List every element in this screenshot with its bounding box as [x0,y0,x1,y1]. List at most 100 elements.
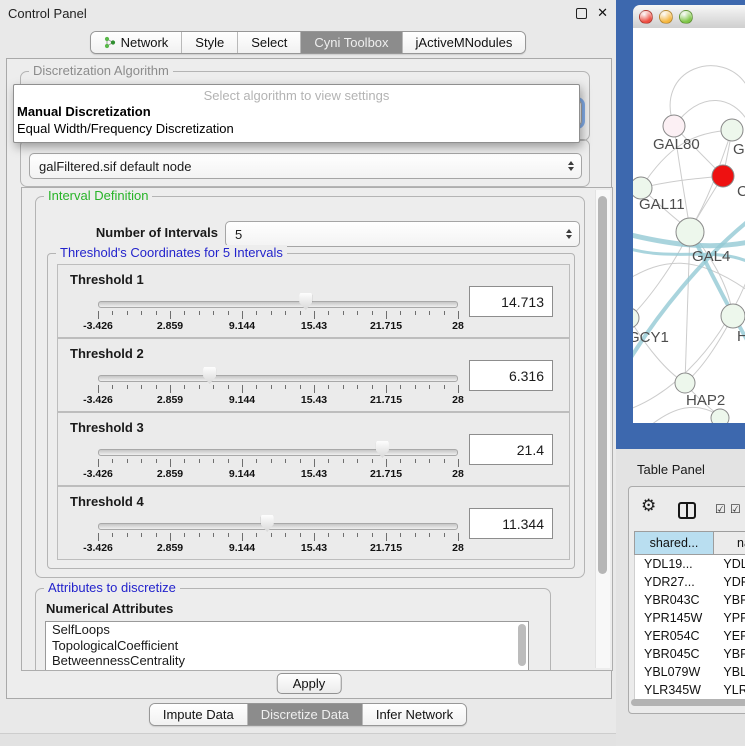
node-label: GAL80 [653,136,700,153]
number-of-intervals-value: 5 [235,227,242,242]
tick-mark [170,385,171,393]
threshold-slider[interactable]: -3.4262.8599.14415.4321.71528 [98,441,458,481]
column-header-na[interactable]: na [714,531,745,555]
table-row[interactable]: YLR345WYLR3 [635,681,745,699]
float-window-icon[interactable] [576,8,587,19]
tick-mark [141,459,142,463]
tab-style[interactable]: Style [181,32,237,53]
minimize-traffic-light[interactable] [659,10,673,24]
table-data-select[interactable]: galFiltered.sif default node [29,153,582,179]
list-item-selfloops[interactable]: SelfLoops [46,622,528,638]
table-row[interactable]: YBR043CYBR0 [635,591,745,609]
screen: { "window": { "title": "Control Panel", … [0,0,745,745]
tab-infer-network[interactable]: Infer Network [362,704,466,725]
number-of-intervals-select[interactable]: 5 [225,221,580,247]
tick-mark [415,385,416,389]
numerical-attributes-list[interactable]: SelfLoopsTopologicalCoefficientBetweenne… [45,621,529,671]
network-node-c[interactable] [712,165,734,187]
tick-mark [98,533,99,541]
network-node-g-[interactable] [721,119,743,141]
threshold-label: Threshold 1 [70,272,144,287]
column-layout-icon[interactable] [678,502,696,519]
algorithm-option-manual-discretization[interactable]: Manual Discretization [17,104,151,119]
tab-cyni-toolbox[interactable]: Cyni Toolbox [300,32,401,53]
tick-mark [444,311,445,315]
settings-scrollbar-thumb[interactable] [598,196,607,574]
algorithm-option-equal-width-frequency-discretization[interactable]: Equal Width/Frequency Discretization [17,121,234,136]
tab-label: Impute Data [163,707,234,722]
list-item-betweennesscentrality[interactable]: BetweennessCentrality [46,653,528,669]
tick-mark [213,311,214,315]
network-node-hap2[interactable] [675,373,695,393]
tick-label: 2.859 [157,320,183,332]
tick-label: 15.43 [301,394,327,406]
tick-mark [141,533,142,537]
table-row[interactable]: YDR27...YDR2 [635,573,745,591]
network-node-h[interactable] [721,304,745,328]
tab-impute-data[interactable]: Impute Data [150,704,247,725]
threshold-value[interactable]: 6.316 [469,360,553,391]
threshold-value[interactable]: 14.713 [469,286,553,317]
column-header-shared-[interactable]: shared... [634,531,714,555]
network-window-titlebar[interactable] [633,5,745,29]
tick-label: -3.426 [83,468,113,480]
table-panel-title: Table Panel [637,462,705,477]
tab-discretize-data[interactable]: Discretize Data [247,704,362,725]
table-row[interactable]: YPR145WYPR1 [635,609,745,627]
slider-tick-labels: -3.4262.8599.14415.4321.71528 [98,394,458,406]
network-node-gal80[interactable] [663,115,685,137]
table-row[interactable]: YER054CYER0 [635,627,745,645]
list-scrollbar-thumb[interactable] [518,624,526,666]
tick-mark [256,385,257,389]
tab-network[interactable]: Network [91,32,182,53]
settings-scrollbar-track[interactable] [595,190,610,668]
tick-mark [285,459,286,463]
tick-mark [343,311,344,315]
network-node[interactable] [711,409,729,423]
table-cell: YBL079W [635,663,714,681]
slider-tick-scale [98,533,458,542]
tick-mark [112,385,113,389]
tick-label: 28 [452,394,464,406]
threshold-slider[interactable]: -3.4262.8599.14415.4321.71528 [98,367,458,407]
tick-mark [429,385,430,389]
tab-select[interactable]: Select [237,32,300,53]
gear-icon[interactable]: ⚙ [641,496,656,516]
tick-label: 15.43 [301,320,327,332]
tick-mark [127,311,128,315]
close-icon[interactable]: ✕ [597,5,608,21]
checkbox-icon[interactable]: ☑ [730,502,741,516]
table-cell: YER0 [714,627,745,645]
network-node-gal4[interactable] [676,218,704,246]
threshold-slider[interactable]: -3.4262.8599.14415.4321.71528 [98,293,458,333]
window-title: Control Panel [8,6,87,21]
thresholds-group-legend: Threshold's Coordinates for 5 Intervals [56,245,287,260]
close-traffic-light[interactable] [639,10,653,24]
tick-mark [242,311,243,319]
tick-mark [444,533,445,537]
table-row[interactable]: YBL079WYBL0 [635,663,745,681]
checkbox-icon[interactable]: ☑ [715,502,726,516]
tick-mark [400,385,401,389]
node-label: HAP2 [686,392,725,409]
bottom-tab-strip: Impute Data Discretize DataInfer Network [149,703,467,726]
tick-mark [271,459,272,463]
network-node-gcy1[interactable] [633,308,639,328]
table-row[interactable]: YDL19...YDL1 [635,555,745,573]
tab-jactivemnodules[interactable]: jActiveMNodules [402,32,526,53]
bottom-divider [0,733,616,746]
threshold-value[interactable]: 21.4 [469,434,553,465]
table-cell: YBL0 [714,663,745,681]
table-horizontal-scrollbar[interactable] [631,699,745,706]
threshold-value[interactable]: 11.344 [469,508,553,539]
network-edge [651,407,720,423]
apply-button[interactable]: Apply [277,673,342,694]
list-item-topologicalcoefficient[interactable]: TopologicalCoefficient [46,638,528,654]
zoom-traffic-light[interactable] [679,10,693,24]
table-row[interactable]: YBR045CYBR0 [635,645,745,663]
network-canvas[interactable]: GAL80G.CGAL11GAL4GCY1HHAP2 [633,28,745,423]
threshold-slider[interactable]: -3.4262.8599.14415.4321.71528 [98,515,458,555]
tick-mark [156,385,157,389]
table-cell: YPR145W [635,609,714,627]
tick-mark [357,533,358,537]
